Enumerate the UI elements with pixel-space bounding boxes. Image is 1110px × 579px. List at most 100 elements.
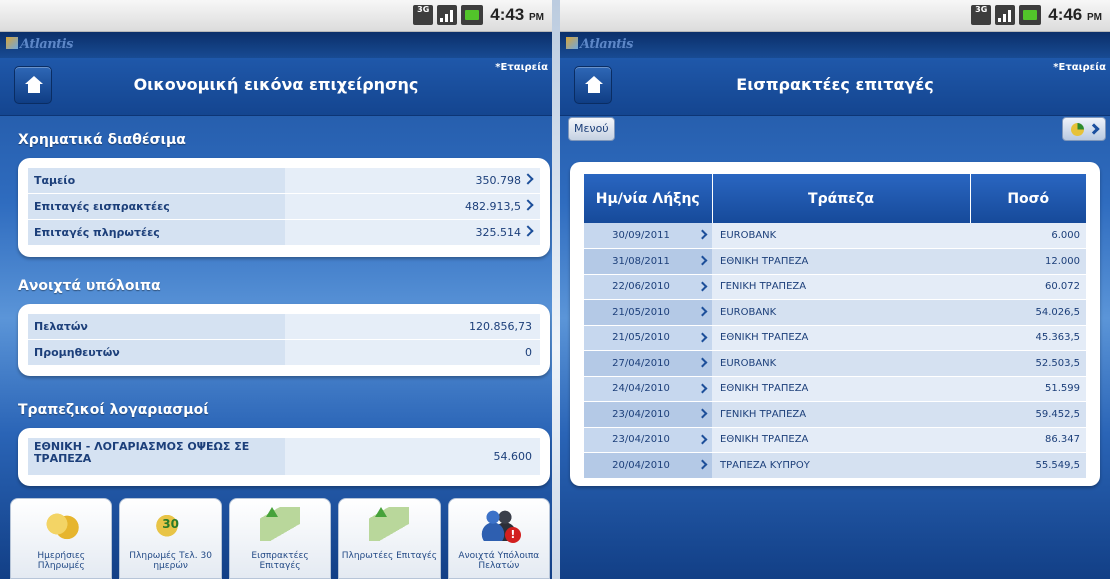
home-button[interactable] bbox=[14, 66, 52, 104]
chevron-right-icon bbox=[697, 281, 708, 291]
coins-icon bbox=[41, 507, 82, 541]
battery-icon bbox=[461, 5, 484, 25]
status-bar: 3G 4:43 PM bbox=[0, 0, 552, 32]
cell-date: 21/05/2010 bbox=[584, 299, 712, 326]
row-bank-account: ΕΘΝΙΚΗ - ΛΟΓΑΡΙΑΣΜΟΣ ΟΨΕΩΣ ΣΕ ΤΡΑΠΕΖΑ 54.… bbox=[28, 438, 540, 476]
cell-amount: 60.072 bbox=[970, 274, 1086, 300]
row-cheques-receivable[interactable]: Επιταγές εισπρακτέες 482.913,5 bbox=[28, 194, 540, 220]
chevron-right-icon bbox=[522, 199, 534, 211]
table-row[interactable]: 23/04/2010 ΕΘΝΙΚΗ ΤΡΑΠΕΖΑ 86.347 bbox=[584, 427, 1086, 453]
pie-chart-icon bbox=[1071, 123, 1084, 136]
page-title: Οικονομική εικόνα επιχείρησης bbox=[133, 75, 419, 94]
tile-daily-payments[interactable]: Ημερήσιες Πληρωμές bbox=[10, 498, 113, 579]
cell-amount: 45.363,5 bbox=[970, 325, 1086, 351]
cell-date: 23/04/2010 bbox=[584, 401, 712, 428]
brand-bar: Atlantis bbox=[0, 32, 552, 58]
cell-bank: ΕΘΝΙΚΗ ΤΡΑΠΕΖΑ bbox=[712, 248, 970, 275]
row-label: Πελατών bbox=[28, 314, 285, 339]
section-heading-cash: Χρηματικά διαθέσιμα bbox=[18, 132, 186, 148]
title-bar: Οικονομική εικόνα επιχείρησης *Εταιρεία bbox=[0, 58, 552, 116]
cell-bank: EUROBANK bbox=[712, 223, 970, 249]
cell-bank: EUROBANK bbox=[712, 350, 970, 377]
signal-icon bbox=[437, 5, 458, 25]
cell-bank: ΕΘΝΙΚΗ ΤΡΑΠΕΖΑ bbox=[712, 376, 970, 402]
cell-amount: 12.000 bbox=[970, 248, 1086, 275]
row-label: Επιταγές εισπρακτέες bbox=[28, 194, 285, 219]
open-balances-card: Πελατών 120.856,73 Προμηθευτών 0 bbox=[18, 304, 550, 376]
tile-label: Πληρωτέες Επιταγές bbox=[341, 551, 438, 561]
atlantis-logo: Atlantis bbox=[566, 37, 633, 52]
cell-date: 22/06/2010 bbox=[584, 274, 712, 300]
toolbar: Μενού bbox=[560, 116, 1110, 142]
tile-payments-30-days[interactable]: 30 Πληρωμές Τελ. 30 ημερών bbox=[119, 498, 222, 579]
chevron-right-icon bbox=[1088, 123, 1100, 135]
tile-label: Ημερήσιες Πληρωμές bbox=[37, 551, 86, 571]
tile-cheques-receivable[interactable]: Εισπρακτέες Επιταγές bbox=[228, 498, 332, 579]
chevron-right-icon bbox=[697, 255, 708, 266]
chevron-right-icon bbox=[522, 173, 534, 185]
tile-label: Ανοιχτά Υπόλοιπα Πελατών bbox=[458, 551, 540, 571]
cell-date: 20/04/2010 bbox=[584, 452, 712, 479]
company-label[interactable]: *Εταιρεία bbox=[1053, 62, 1106, 73]
table-row[interactable]: 23/04/2010 ΓΕΝΙΚΗ ΤΡΑΠΕΖΑ 59.452,5 bbox=[584, 401, 1086, 428]
column-header-amount[interactable]: Ποσό bbox=[970, 174, 1086, 223]
title-bar: Εισπρακτέες επιταγές *Εταιρεία bbox=[560, 58, 1110, 116]
table-row[interactable]: 21/05/2010 ΕΘΝΙΚΗ ΤΡΑΠΕΖΑ 45.363,5 bbox=[584, 325, 1086, 351]
cell-amount: 55.549,5 bbox=[970, 452, 1086, 479]
cell-bank: ΕΘΝΙΚΗ ΤΡΑΠΕΖΑ bbox=[712, 427, 970, 453]
row-value: 325.514 bbox=[475, 226, 522, 239]
tile-customer-open-balances[interactable]: ! Ανοιχτά Υπόλοιπα Πελατών bbox=[447, 498, 551, 579]
cell-amount: 52.503,5 bbox=[970, 350, 1086, 377]
row-customers: Πελατών 120.856,73 bbox=[28, 314, 540, 340]
cell-bank: ΓΕΝΙΚΗ ΤΡΑΠΕΖΑ bbox=[712, 274, 970, 300]
tile-cheques-payable[interactable]: Πληρωτέες Επιταγές bbox=[338, 498, 441, 579]
row-suppliers: Προμηθευτών 0 bbox=[28, 340, 540, 366]
page-title: Εισπρακτέες επιταγές bbox=[736, 75, 934, 94]
signal-icon bbox=[995, 5, 1016, 25]
money-out-icon bbox=[369, 507, 410, 541]
chevron-right-icon bbox=[697, 332, 708, 342]
cell-bank: ΓΕΝΙΚΗ ΤΡΑΠΕΖΑ bbox=[712, 401, 970, 428]
table-row[interactable]: 24/04/2010 ΕΘΝΙΚΗ ΤΡΑΠΕΖΑ 51.599 bbox=[584, 376, 1086, 402]
table-row[interactable]: 22/06/2010 ΓΕΝΙΚΗ ΤΡΑΠΕΖΑ 60.072 bbox=[584, 274, 1086, 300]
network-3g-icon: 3G bbox=[413, 5, 434, 25]
network-3g-icon: 3G bbox=[971, 5, 992, 25]
status-bar: 3G 4:46 PM bbox=[560, 0, 1110, 32]
customers-alert-icon: ! bbox=[478, 507, 521, 543]
chart-next-button[interactable] bbox=[1062, 117, 1106, 141]
home-button[interactable] bbox=[574, 66, 612, 104]
table-row[interactable]: 21/05/2010 EUROBANK 54.026,5 bbox=[584, 299, 1086, 326]
cell-date: 23/04/2010 bbox=[584, 427, 712, 453]
table-header: Ημ/νία Λήξης Τράπεζα Ποσό bbox=[584, 174, 1086, 223]
table-row[interactable]: 27/04/2010 EUROBANK 52.503,5 bbox=[584, 350, 1086, 377]
tile-label: Εισπρακτέες Επιταγές bbox=[251, 551, 309, 571]
company-label[interactable]: *Εταιρεία bbox=[495, 62, 548, 73]
cheques-table: Ημ/νία Λήξης Τράπεζα Ποσό 30/09/2011 EURO… bbox=[584, 174, 1086, 479]
cell-date: 30/09/2011 bbox=[584, 223, 712, 249]
chevron-right-icon bbox=[697, 357, 708, 368]
chevron-right-icon bbox=[697, 229, 708, 240]
row-label: Επιταγές πληρωτέες bbox=[28, 220, 285, 245]
table-row[interactable]: 30/09/2011 EUROBANK 6.000 bbox=[584, 223, 1086, 249]
menu-button[interactable]: Μενού bbox=[568, 117, 615, 141]
cell-amount: 54.026,5 bbox=[970, 299, 1086, 326]
row-value: 120.856,73 bbox=[285, 314, 540, 339]
cell-bank: ΤΡΑΠΕΖΑ ΚΥΠΡΟΥ bbox=[712, 452, 970, 479]
home-icon bbox=[25, 76, 43, 94]
column-header-due-date[interactable]: Ημ/νία Λήξης bbox=[584, 174, 713, 223]
table-row[interactable]: 31/08/2011 ΕΘΝΙΚΗ ΤΡΑΠΕΖΑ 12.000 bbox=[584, 248, 1086, 275]
row-label: Προμηθευτών bbox=[28, 340, 285, 365]
screen-cheques-receivable: 3G 4:46 PM Atlantis Εισπρακτέες επιταγές… bbox=[560, 0, 1110, 579]
battery-icon bbox=[1019, 5, 1042, 25]
row-value: 482.913,5 bbox=[465, 200, 521, 213]
cell-bank: ΕΘΝΙΚΗ ΤΡΑΠΕΖΑ bbox=[712, 325, 970, 351]
row-value: 54.600 bbox=[285, 438, 540, 475]
row-label: ΕΘΝΙΚΗ - ΛΟΓΑΡΙΑΣΜΟΣ ΟΨΕΩΣ ΣΕ ΤΡΑΠΕΖΑ bbox=[28, 438, 285, 475]
money-in-icon bbox=[260, 507, 301, 541]
row-cheques-payable[interactable]: Επιταγές πληρωτέες 325.514 bbox=[28, 220, 540, 246]
table-row[interactable]: 20/04/2010 ΤΡΑΠΕΖΑ ΚΥΠΡΟΥ 55.549,5 bbox=[584, 452, 1086, 479]
tile-label: Πληρωμές Τελ. 30 ημερών bbox=[129, 551, 212, 571]
row-cashbox[interactable]: Ταμείο 350.798 bbox=[28, 168, 540, 194]
column-header-bank[interactable]: Τράπεζα bbox=[712, 174, 971, 223]
cell-date: 21/05/2010 bbox=[584, 325, 712, 351]
